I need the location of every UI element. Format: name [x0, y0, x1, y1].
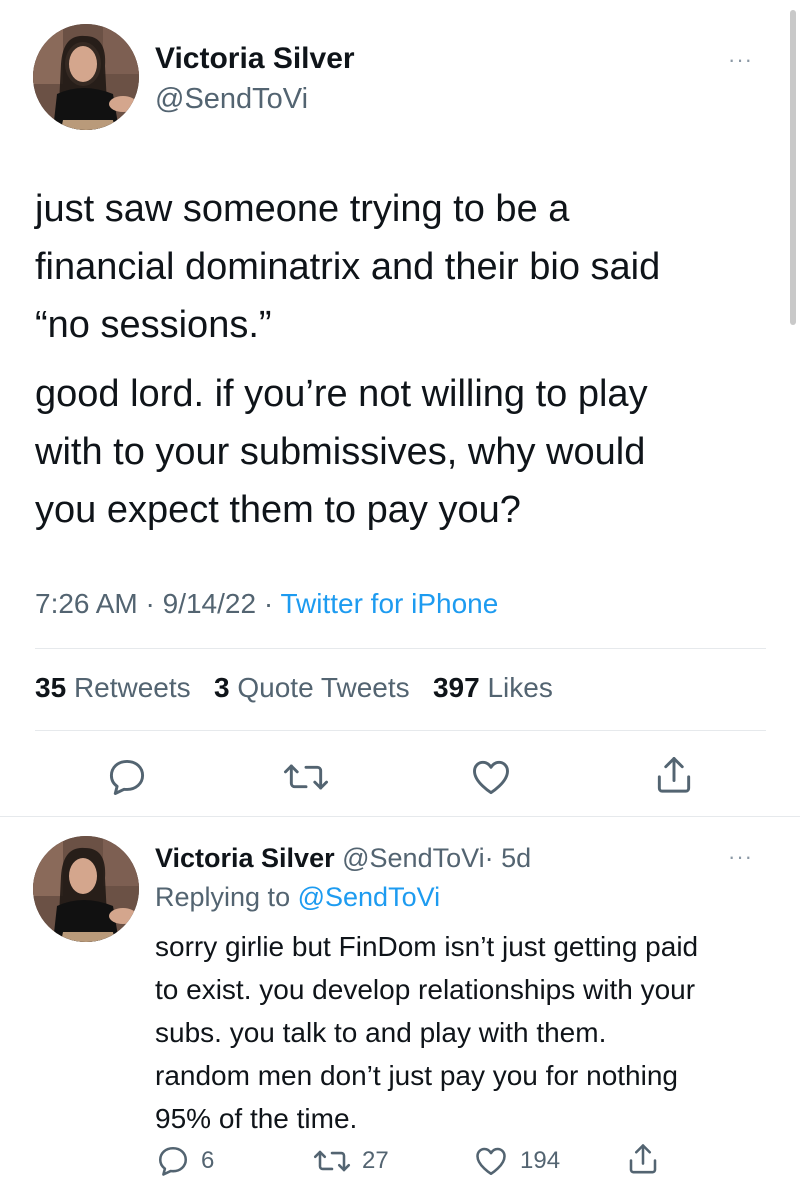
retweet-button[interactable]: [282, 755, 330, 799]
reply-author-handle[interactable]: @SendToVi: [342, 843, 485, 873]
reply-text-line: random men don’t just pay you for nothin…: [155, 1060, 678, 1091]
heart-icon: [476, 1147, 506, 1176]
tweet-meta: 7:26 AM · 9/14/22 · Twitter for iPhone: [35, 588, 498, 620]
tweet-text-line: financial dominatrix and their bio said: [35, 246, 661, 288]
author-name[interactable]: Victoria Silver: [155, 42, 355, 76]
reply-button[interactable]: [105, 755, 149, 799]
reply-age[interactable]: · 5d: [485, 843, 532, 873]
meta-separator: ·: [263, 588, 274, 619]
heart-icon: [473, 760, 509, 795]
avatar[interactable]: [33, 24, 139, 130]
likes-count: 397: [432, 672, 480, 703]
scrollbar[interactable]: [790, 10, 796, 325]
tweet-text-line: you expect them to pay you?: [35, 489, 521, 531]
retweets-label: Retweets: [73, 672, 191, 703]
reply-count: 6: [201, 1147, 215, 1174]
retweet-icon: [313, 1150, 351, 1172]
retweets-stat[interactable]: 35 Retweets: [35, 672, 198, 703]
reply-avatar[interactable]: [33, 836, 139, 942]
reply-more-options-icon[interactable]: ···: [728, 846, 753, 868]
reply-icon: [158, 1146, 188, 1176]
reply-retweet-button[interactable]: 27: [312, 1143, 389, 1179]
replying-to-handle[interactable]: @SendToVi: [298, 882, 441, 912]
reply-text: sorry girlie but FinDom isn’t just getti…: [155, 925, 698, 1140]
tweet-text-line: with to your submissives, why would: [35, 431, 646, 473]
tweet-text-line: “no sessions.”: [35, 304, 272, 346]
share-button[interactable]: [652, 752, 696, 798]
retweet-icon: [284, 764, 328, 790]
share-icon: [657, 757, 691, 793]
reply-text-line: sorry girlie but FinDom isn’t just getti…: [155, 931, 699, 962]
reply-icon: [109, 759, 145, 795]
tweet-stats: 35 Retweets 3 Quote Tweets 397 Likes: [35, 672, 553, 704]
reply-share-button[interactable]: [625, 1140, 661, 1183]
reply-text-line: 95% of the time.: [155, 1103, 358, 1134]
author-handle[interactable]: @SendToVi: [155, 83, 308, 116]
quotes-label: Quote Tweets: [237, 672, 410, 703]
reply-text-line: subs. you talk to and play with them.: [155, 1017, 607, 1048]
tweet-source-link[interactable]: Twitter for iPhone: [280, 588, 498, 619]
more-options-icon[interactable]: ···: [728, 49, 753, 71]
meta-separator: ·: [145, 588, 155, 619]
reply-like-button[interactable]: 194: [472, 1143, 560, 1179]
reply-reply-button[interactable]: 6: [155, 1143, 214, 1179]
retweets-count: 35: [35, 672, 67, 703]
tweet-text-line: just saw someone trying to be a: [35, 188, 570, 230]
tweet-text-line: good lord. if you’re not willing to play: [35, 373, 648, 415]
divider: [0, 816, 800, 817]
like-count: 194: [520, 1147, 561, 1174]
likes-stat[interactable]: 397 Likes: [433, 672, 553, 703]
divider: [35, 648, 766, 649]
quotes-count: 3: [214, 672, 230, 703]
tweet-text-paragraph-2: good lord. if you’re not willing to play…: [35, 365, 648, 539]
divider: [35, 730, 766, 731]
like-button[interactable]: [468, 755, 514, 799]
share-icon: [629, 1144, 657, 1174]
tweet-date[interactable]: 9/14/22: [163, 588, 256, 619]
reply-author-name[interactable]: Victoria Silver: [155, 843, 335, 873]
tweet-time[interactable]: 7:26 AM: [35, 588, 138, 619]
reply-text-line: to exist. you develop relationships with…: [155, 974, 696, 1005]
tweet-text-paragraph-1: just saw someone trying to be a financia…: [35, 180, 660, 354]
replying-to-label: Replying to: [155, 882, 291, 912]
likes-label: Likes: [487, 672, 553, 703]
replying-to: Replying to @SendToVi: [155, 882, 440, 913]
retweet-count: 27: [362, 1147, 389, 1174]
quotes-stat[interactable]: 3 Quote Tweets: [214, 672, 417, 703]
reply-header: Victoria Silver @SendToVi· 5d: [155, 843, 531, 874]
